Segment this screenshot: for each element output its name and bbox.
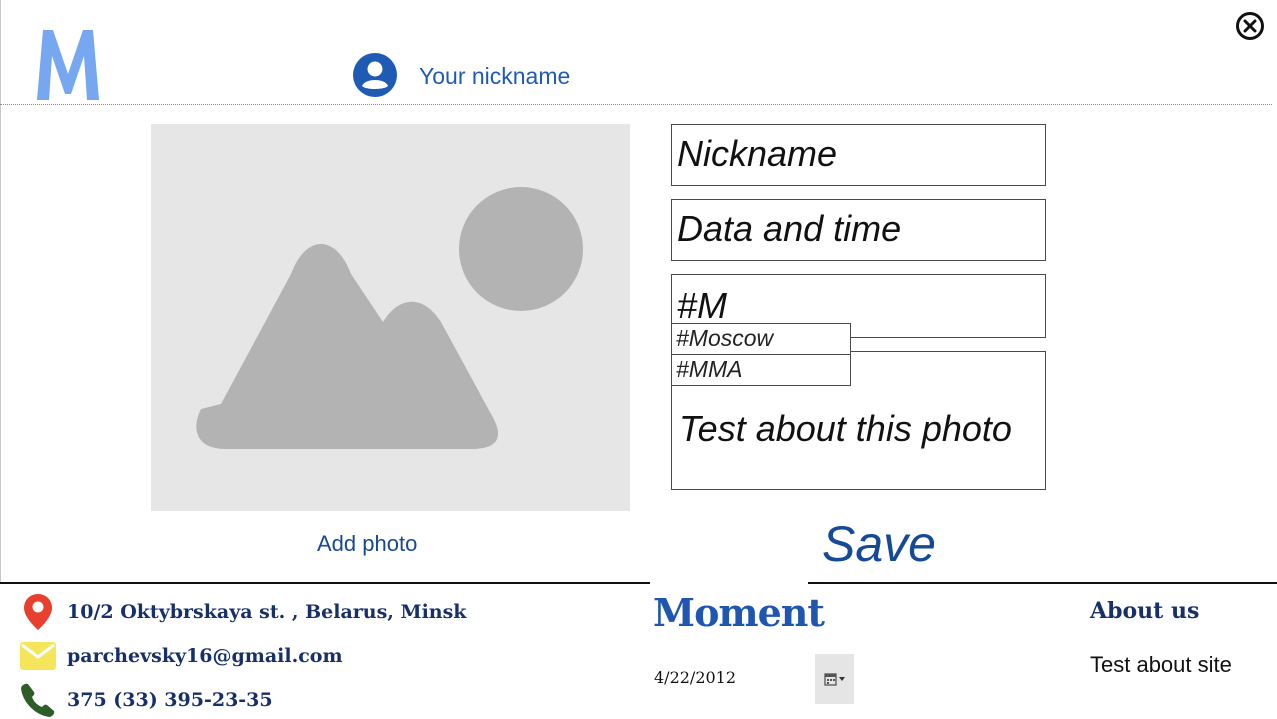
user-avatar-icon[interactable] bbox=[353, 53, 397, 97]
tag-suggestions-dropdown: #Moscow #MMA bbox=[671, 323, 851, 386]
date-value[interactable]: 4/22/2012 bbox=[654, 668, 736, 687]
profile-nickname-link[interactable]: Your nickname bbox=[419, 63, 570, 90]
footer-email: parchevsky16@gmail.com bbox=[20, 638, 343, 674]
footer-divider-gap bbox=[650, 582, 808, 585]
nickname-field[interactable]: Nickname bbox=[671, 124, 1046, 186]
date-picker-button[interactable] bbox=[815, 654, 854, 704]
mail-icon bbox=[20, 638, 56, 674]
email-text[interactable]: parchevsky16@gmail.com bbox=[67, 645, 343, 667]
close-button[interactable] bbox=[1236, 12, 1264, 40]
left-border bbox=[0, 0, 1, 582]
phone-text[interactable]: 375 (33) 395-23-35 bbox=[67, 689, 273, 711]
header-divider bbox=[0, 104, 1272, 105]
about-text: Test about site bbox=[1090, 652, 1232, 677]
site-logo[interactable] bbox=[33, 22, 103, 104]
close-icon bbox=[1243, 19, 1257, 33]
add-photo-button[interactable]: Add photo bbox=[317, 531, 417, 557]
tag-suggestion-moscow[interactable]: #Moscow bbox=[671, 323, 851, 355]
datetime-field[interactable]: Data and time bbox=[671, 199, 1046, 261]
address-text: 10/2 Oktybrskaya st. , Belarus, Minsk bbox=[67, 601, 467, 623]
location-pin-icon bbox=[20, 594, 56, 630]
tag-suggestion-mma[interactable]: #MMA bbox=[671, 354, 851, 386]
photo-placeholder[interactable] bbox=[151, 124, 630, 511]
footer-phone: 375 (33) 395-23-35 bbox=[20, 682, 273, 718]
calendar-icon bbox=[823, 673, 845, 686]
image-placeholder-icon bbox=[196, 187, 583, 449]
footer-divider bbox=[0, 582, 1277, 584]
footer-brand: Moment bbox=[653, 590, 825, 635]
about-us-link[interactable]: About us bbox=[1090, 598, 1199, 624]
save-button[interactable]: Save bbox=[822, 515, 936, 573]
footer-address: 10/2 Oktybrskaya st. , Belarus, Minsk bbox=[20, 594, 466, 630]
phone-icon bbox=[20, 682, 56, 718]
